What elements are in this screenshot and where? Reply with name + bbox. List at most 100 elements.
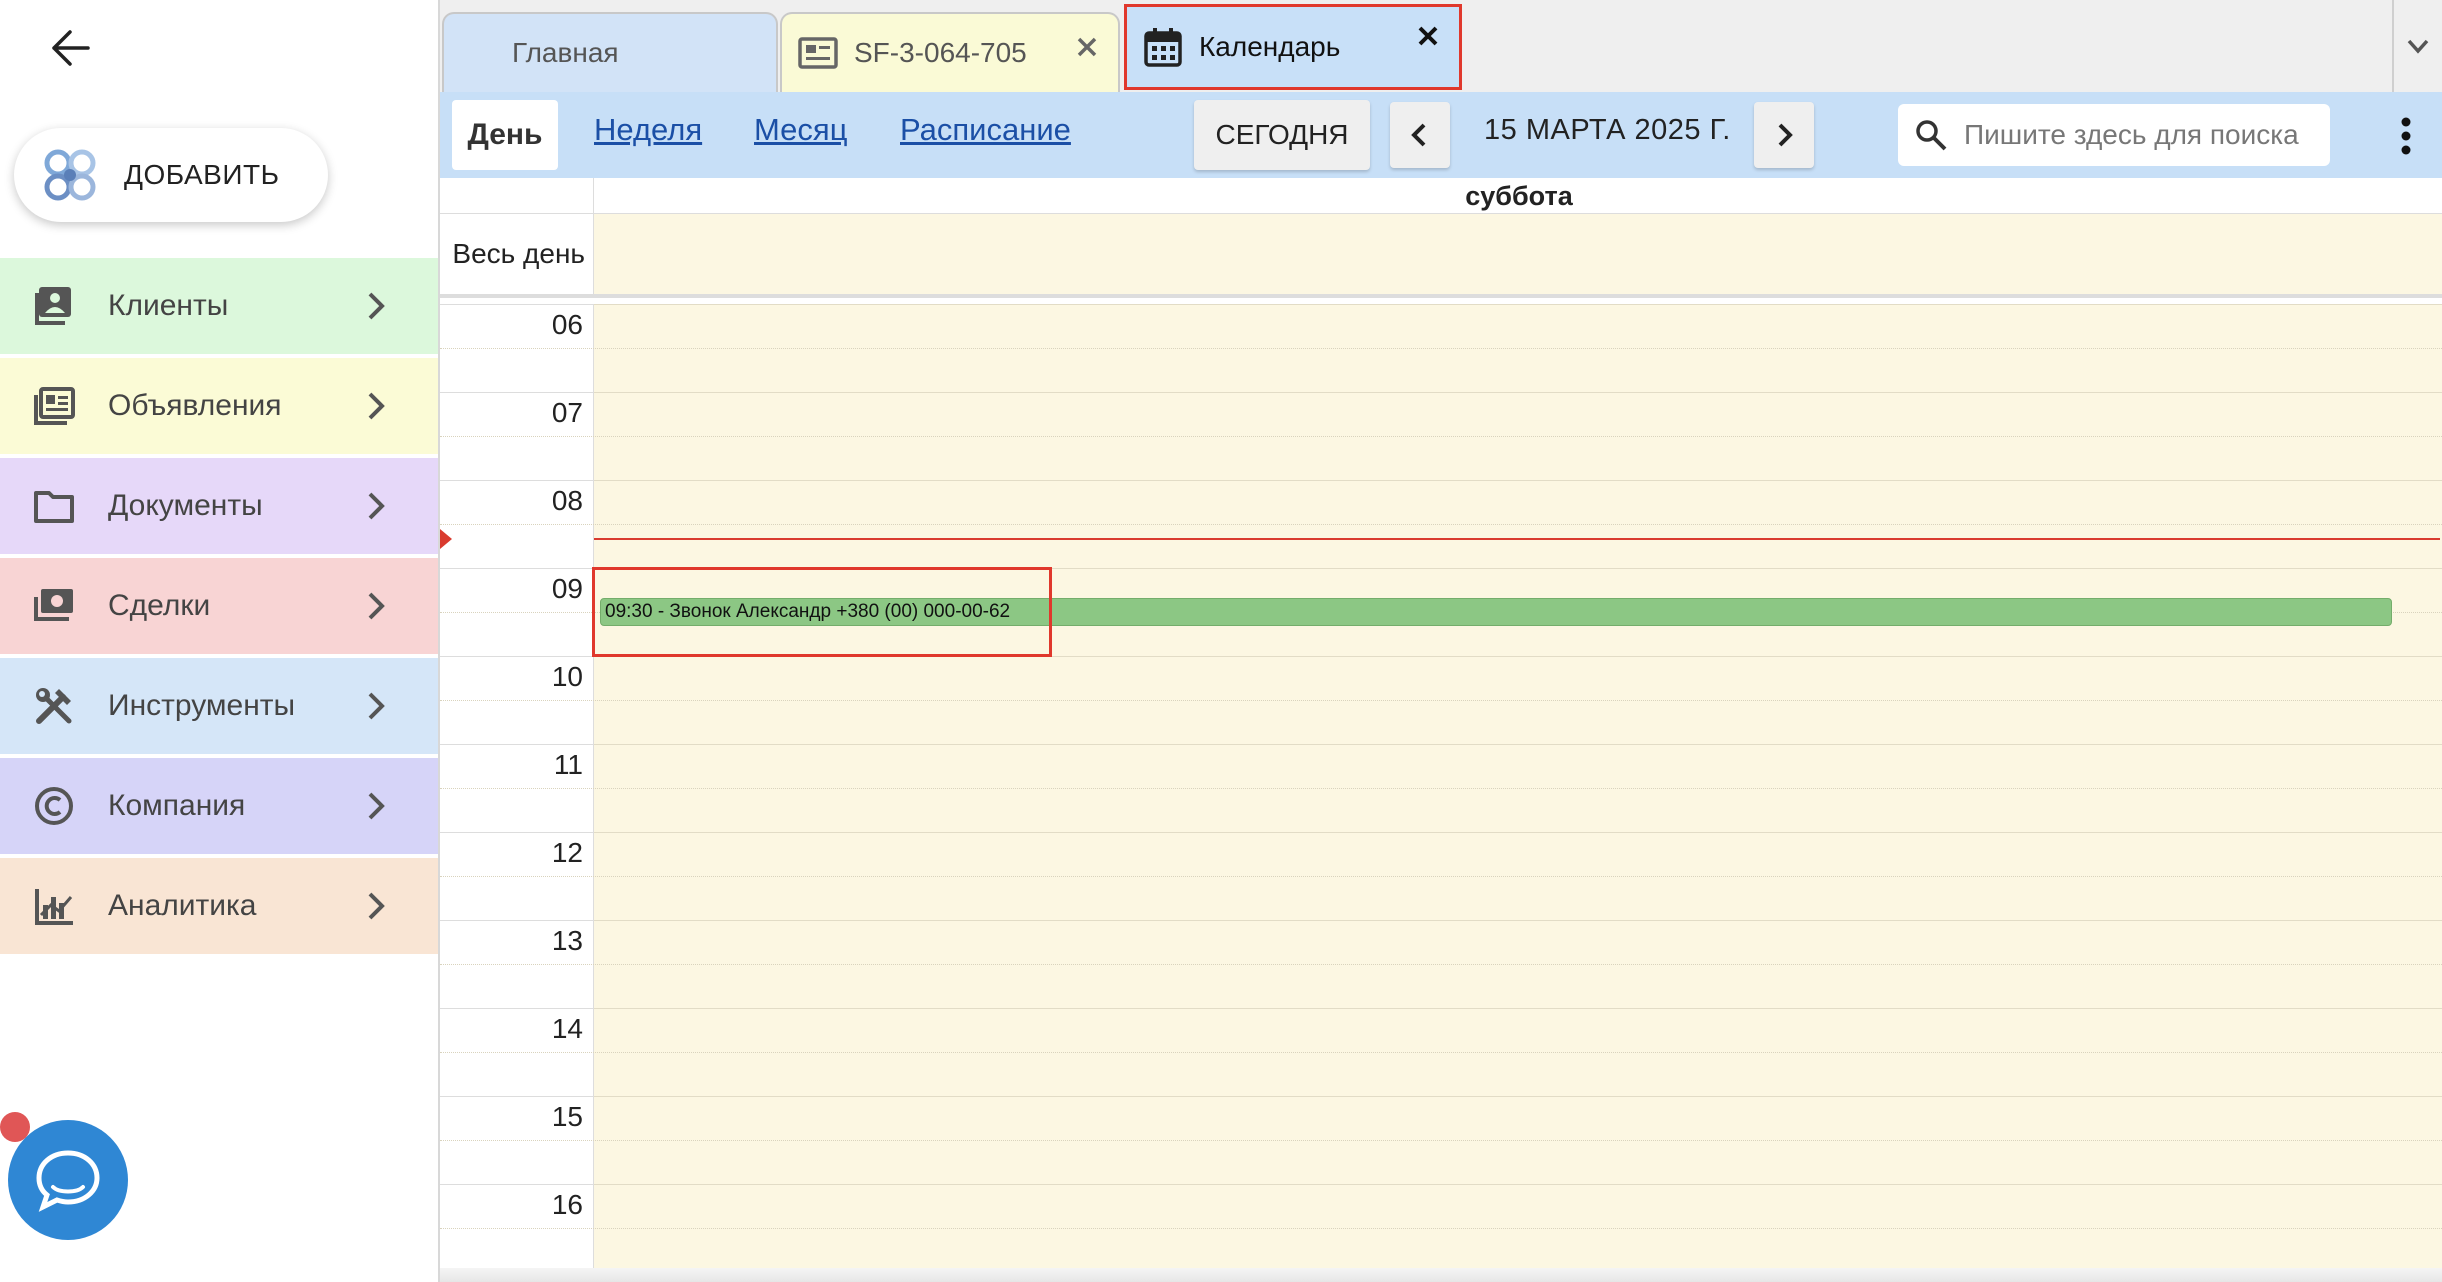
hour-label: 12 <box>551 837 583 868</box>
sidebar-item-deals[interactable]: Сделки <box>0 558 438 654</box>
arrow-left-icon <box>52 30 90 66</box>
sidebar-item-label: Компания <box>108 789 246 822</box>
half-hour-divider <box>440 348 2442 349</box>
folder-icon <box>30 482 78 530</box>
copyright-icon <box>30 782 78 830</box>
more-vertical-icon <box>2401 117 2411 155</box>
chevron-right-icon <box>1778 123 1793 147</box>
half-hour-divider <box>440 1052 2442 1053</box>
add-logo-icon <box>44 149 96 201</box>
sidebar-item-listings[interactable]: Объявления <box>0 358 438 454</box>
search-input[interactable] <box>1964 119 2324 151</box>
current-time-line <box>594 537 2440 540</box>
half-hour-divider <box>440 524 2442 525</box>
add-button-label: ДОБАВИТЬ <box>124 159 280 190</box>
sidebar-item-label: Аналитика <box>108 889 257 922</box>
hour-row: 13 <box>440 920 2442 1008</box>
chat-button[interactable] <box>8 1120 128 1240</box>
chevron-right-icon <box>368 392 385 420</box>
tab-listing[interactable]: SF-3-064-705 <box>780 12 1120 92</box>
hour-row: 15 <box>440 1096 2442 1184</box>
sidebar-item-documents[interactable]: Документы <box>0 458 438 554</box>
close-icon[interactable] <box>1413 21 1443 51</box>
current-date: 15 МАРТА 2025 Г. <box>1484 114 1731 146</box>
sidebar-item-analytics[interactable]: Аналитика <box>0 858 438 954</box>
sidebar-item-tools[interactable]: Инструменты <box>0 658 438 754</box>
hour-row: 08 <box>440 480 2442 568</box>
hour-label: 13 <box>551 925 583 956</box>
tools-icon <box>30 682 78 730</box>
next-day-button[interactable] <box>1754 102 1814 168</box>
add-button[interactable]: ДОБАВИТЬ <box>14 128 328 222</box>
chevron-right-icon <box>368 492 385 520</box>
hour-label: 15 <box>551 1101 583 1132</box>
half-hour-divider <box>440 1228 2442 1229</box>
search-box <box>1898 104 2330 166</box>
sidebar-item-label: Клиенты <box>108 289 229 322</box>
tab-label: Главная <box>512 37 619 68</box>
view-week-link[interactable]: Неделя <box>594 112 702 148</box>
chevron-right-icon <box>368 692 385 720</box>
hour-label: 16 <box>551 1189 583 1220</box>
hour-label: 07 <box>551 397 583 428</box>
half-hour-divider <box>440 964 2442 965</box>
tab-home[interactable]: Главная <box>442 12 778 92</box>
day-of-week-label: суббота <box>1465 181 1573 211</box>
view-day-button[interactable]: День <box>452 100 558 170</box>
chevron-right-icon <box>368 792 385 820</box>
all-day-row: Весь день <box>440 214 2442 298</box>
horizontal-scrollbar[interactable] <box>440 1268 2442 1282</box>
chevron-right-icon <box>368 292 385 320</box>
hour-row: 12 <box>440 832 2442 920</box>
search-icon <box>1916 120 1947 151</box>
chevron-right-icon <box>368 892 385 920</box>
half-hour-divider <box>440 788 2442 789</box>
hour-label: 06 <box>551 309 583 340</box>
analytics-icon <box>30 882 78 930</box>
half-hour-divider <box>440 436 2442 437</box>
sidebar-item-label: Сделки <box>108 589 211 622</box>
time-grid: 06 07 08 09 10 11 12 13 14 15 16 09:30 - Звонок Але… <box>440 304 2442 1282</box>
tab-label: SF-3-064-705 <box>854 37 1027 68</box>
chevron-left-icon <box>1411 123 1426 147</box>
view-schedule-link[interactable]: Расписание <box>900 112 1071 148</box>
calendar-icon <box>1144 28 1182 67</box>
sidebar-item-label: Документы <box>108 489 263 522</box>
sidebar-item-company[interactable]: Компания <box>0 758 438 854</box>
hour-row: 06 <box>440 304 2442 392</box>
hour-row: 11 <box>440 744 2442 832</box>
hour-row: 07 <box>440 392 2442 480</box>
back-button[interactable] <box>40 22 100 74</box>
sidebar-item-label: Объявления <box>108 389 282 422</box>
current-time-marker <box>440 528 452 549</box>
all-day-cell[interactable] <box>594 214 2442 294</box>
tabs-dropdown-button[interactable] <box>2392 0 2442 92</box>
money-icon <box>30 582 78 630</box>
tab-calendar[interactable]: Календарь <box>1124 4 1462 90</box>
more-options-button[interactable] <box>2386 108 2426 164</box>
listing-card-icon <box>798 37 838 69</box>
hour-row: 10 <box>440 656 2442 744</box>
calendar-header: суббота <box>440 178 2442 214</box>
view-month-link[interactable]: Месяц <box>754 112 847 148</box>
hour-row: 14 <box>440 1008 2442 1096</box>
close-icon[interactable] <box>1072 32 1102 62</box>
notification-dot <box>0 1112 30 1142</box>
prev-day-button[interactable] <box>1390 102 1450 168</box>
half-hour-divider <box>440 700 2442 701</box>
sidebar-item-clients[interactable]: Клиенты <box>0 258 438 354</box>
hour-label: 08 <box>551 485 583 516</box>
sidebar-menu: Клиенты Объявления Документы Сделки Инст… <box>0 258 438 958</box>
sidebar: ДОБАВИТЬ Клиенты Объявления Документы Сд… <box>0 0 438 1282</box>
time-gutter-header <box>440 178 594 214</box>
chevron-right-icon <box>368 592 385 620</box>
today-button[interactable]: СЕГОДНЯ <box>1194 100 1370 170</box>
calendar-toolbar: День Неделя Месяц Расписание СЕГОДНЯ 15 … <box>438 92 2442 178</box>
hour-row: 16 <box>440 1184 2442 1272</box>
hour-label: 14 <box>551 1013 583 1044</box>
listings-icon <box>30 382 78 430</box>
all-day-label: Весь день <box>440 214 594 294</box>
sidebar-item-label: Инструменты <box>108 689 296 722</box>
hour-label: 11 <box>553 749 583 780</box>
hour-label: 09 <box>551 573 583 604</box>
